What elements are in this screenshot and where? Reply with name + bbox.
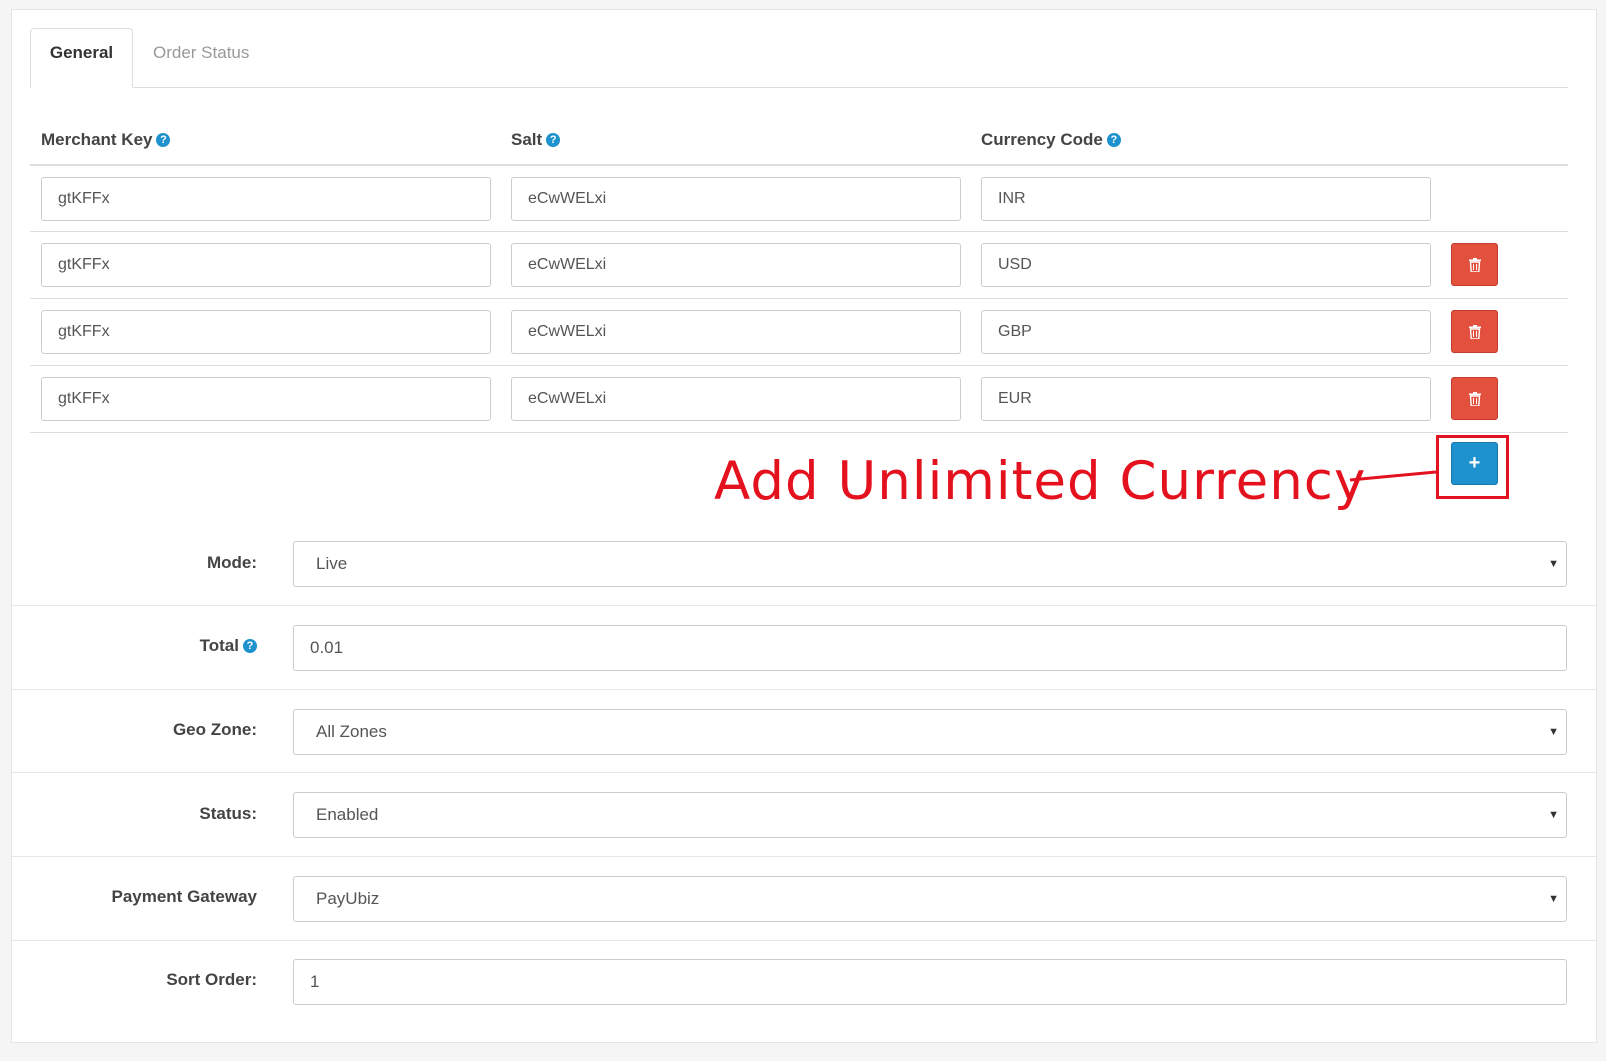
merchant-key-input[interactable]: gtKFFx xyxy=(41,243,491,287)
caret-down-icon: ▼ xyxy=(1548,558,1559,570)
currency-code-input[interactable]: USD xyxy=(981,243,1431,287)
remove-row-button[interactable] xyxy=(1451,310,1498,353)
annotation-highlight-box xyxy=(1436,435,1509,499)
help-circle-icon[interactable]: ? xyxy=(156,132,171,147)
salt-input[interactable]: eCwWELxi xyxy=(511,177,961,221)
form-divider xyxy=(12,940,1596,941)
total-input[interactable]: 0.01 xyxy=(293,625,1567,671)
row-divider xyxy=(30,298,1568,299)
form-divider xyxy=(12,689,1596,690)
sort-order-label: Sort Order: xyxy=(166,970,257,989)
payment-gateway-label: Payment Gateway xyxy=(111,887,257,906)
salt-input[interactable]: eCwWELxi xyxy=(511,243,961,287)
payment-gateway-select[interactable]: PayUbiz ▼ xyxy=(293,876,1567,922)
merchant-key-input[interactable]: gtKFFx xyxy=(41,310,491,354)
header-salt: Salt? xyxy=(511,128,561,152)
total-label: Total? xyxy=(14,636,257,656)
caret-down-icon: ▼ xyxy=(1548,893,1559,905)
currency-code-input[interactable]: EUR xyxy=(981,377,1431,421)
merchant-key-input[interactable]: gtKFFx xyxy=(41,377,491,421)
annotation-text: Add Unlimited Currency xyxy=(714,451,1367,512)
trash-icon xyxy=(1469,392,1481,406)
caret-down-icon: ▼ xyxy=(1548,726,1559,738)
trash-icon xyxy=(1469,325,1481,339)
form-divider xyxy=(12,772,1596,773)
header-currency-code: Currency Code? xyxy=(981,128,1121,152)
header-merchant-key: Merchant Key? xyxy=(41,128,171,152)
sort-order-input[interactable]: 1 xyxy=(293,959,1567,1005)
currency-code-input[interactable]: INR xyxy=(981,177,1431,221)
trash-icon xyxy=(1469,258,1481,272)
row-divider xyxy=(30,231,1568,232)
remove-row-button[interactable] xyxy=(1451,243,1498,286)
status-select[interactable]: Enabled ▼ xyxy=(293,792,1567,838)
tab-order-status[interactable]: Order Status xyxy=(133,28,269,78)
help-circle-icon[interactable]: ? xyxy=(546,132,561,147)
geo-zone-label: Geo Zone: xyxy=(172,720,257,739)
row-divider xyxy=(30,432,1568,433)
geo-zone-select[interactable]: All Zones ▼ xyxy=(293,709,1567,755)
tab-bar: General Order Status xyxy=(30,28,1568,88)
salt-input[interactable]: eCwWELxi xyxy=(511,377,961,421)
tab-general[interactable]: General xyxy=(30,28,133,88)
form-divider xyxy=(12,856,1596,857)
salt-input[interactable]: eCwWELxi xyxy=(511,310,961,354)
caret-down-icon: ▼ xyxy=(1548,809,1559,821)
remove-row-button[interactable] xyxy=(1451,377,1498,420)
help-circle-icon[interactable]: ? xyxy=(243,638,257,653)
table-header-divider xyxy=(30,164,1568,166)
mode-select[interactable]: Live ▼ xyxy=(293,541,1567,587)
currency-code-input[interactable]: GBP xyxy=(981,310,1431,354)
mode-label: Mode: xyxy=(206,553,257,572)
form-divider xyxy=(12,605,1596,606)
status-label: Status: xyxy=(199,804,257,823)
help-circle-icon[interactable]: ? xyxy=(1106,132,1121,147)
row-divider xyxy=(30,365,1568,366)
merchant-key-input[interactable]: gtKFFx xyxy=(41,177,491,221)
